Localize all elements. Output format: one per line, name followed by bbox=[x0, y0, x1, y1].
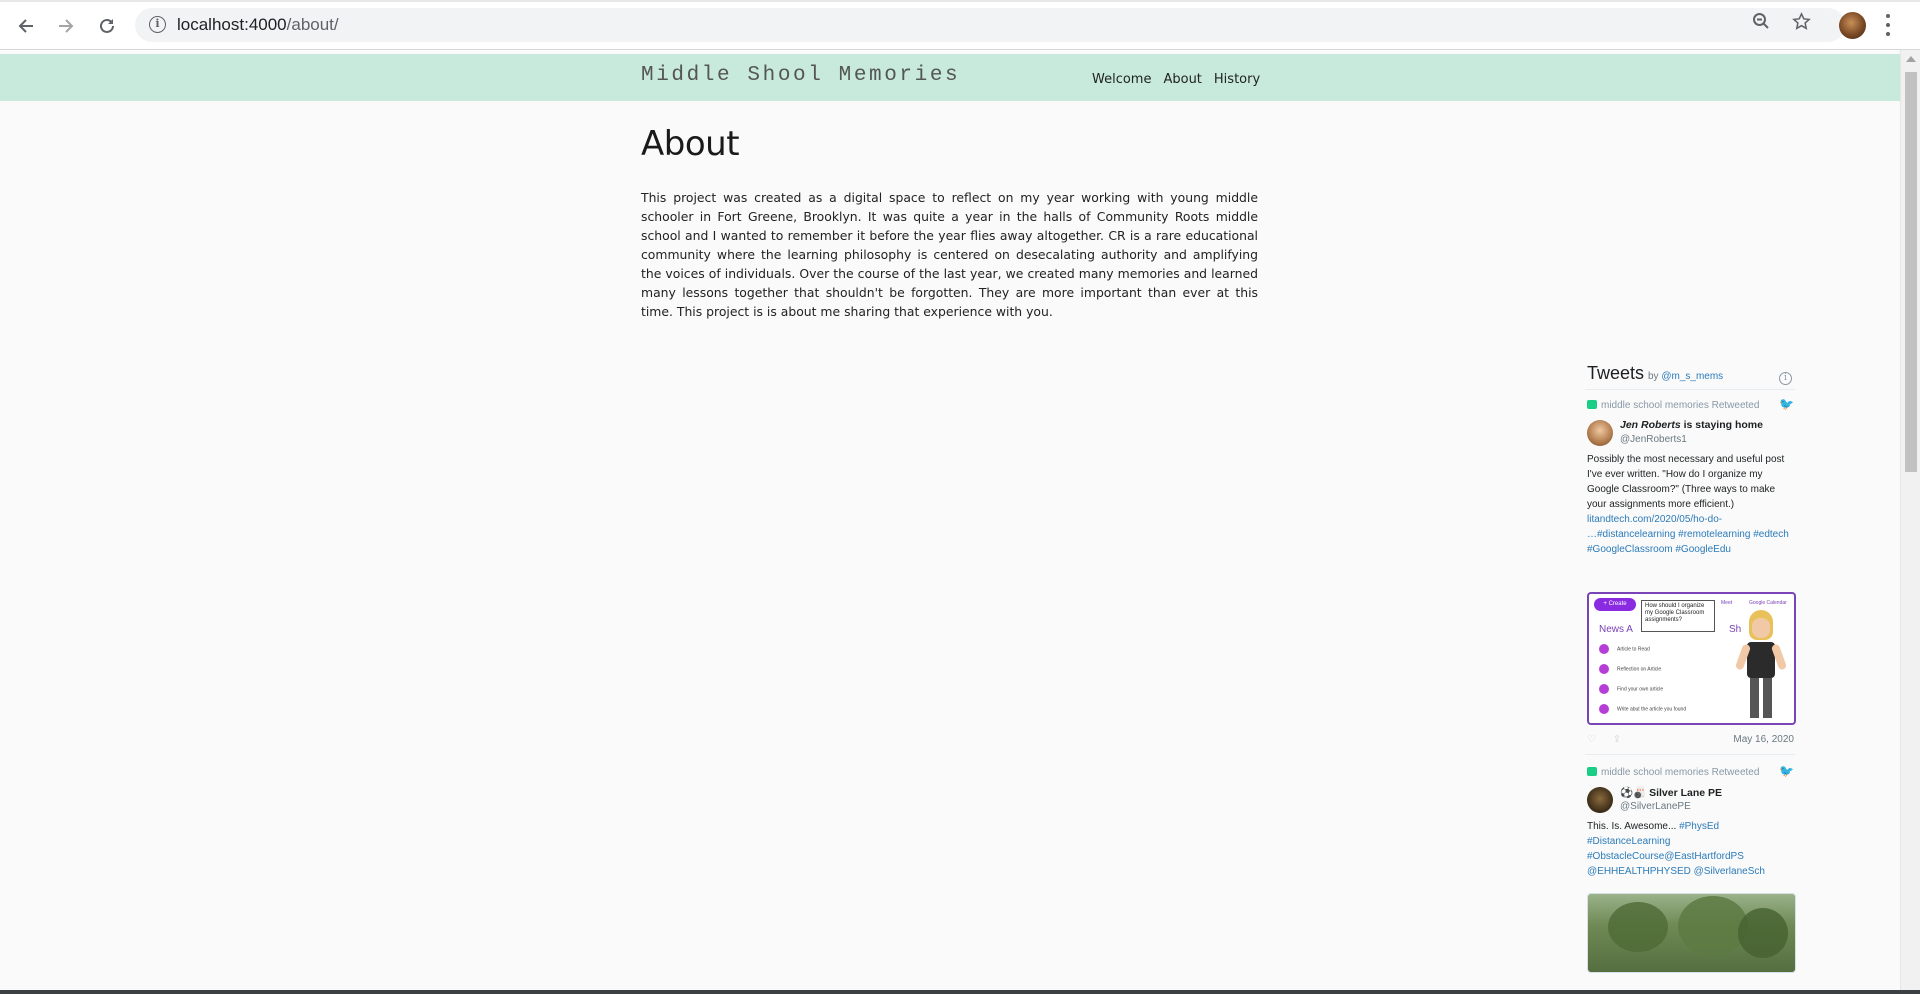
tweet-handle[interactable]: @SilverLanePE bbox=[1620, 801, 1691, 812]
page-viewport: Middle Shool Memories Welcome About Hist… bbox=[0, 50, 1900, 990]
url-host: localhost:4000 bbox=[177, 15, 287, 34]
retweet-label: middle school memories Retweeted bbox=[1587, 400, 1759, 411]
tweet-hashtag[interactable]: #PhysEd bbox=[1679, 821, 1719, 832]
media-heading: News A bbox=[1599, 624, 1633, 635]
retweet-icon bbox=[1587, 767, 1597, 776]
reload-button[interactable] bbox=[93, 12, 121, 40]
tweet-hashtags[interactable]: #GoogleClassroom #GoogleEdu bbox=[1587, 542, 1792, 557]
tweet-hashtag[interactable]: #DistanceLearning bbox=[1587, 834, 1792, 849]
scroll-up-arrow[interactable] bbox=[1906, 56, 1916, 62]
zoom-out-icon[interactable] bbox=[1752, 12, 1770, 35]
tweet-hashtag[interactable]: #ObstacleCourse@EastHartfordPS bbox=[1587, 849, 1792, 864]
arrow-right-icon bbox=[59, 19, 74, 33]
timeline-handle-link[interactable]: @m_s_mems bbox=[1661, 371, 1723, 382]
window-bottom-edge bbox=[0, 990, 1920, 994]
kebab-menu-icon[interactable] bbox=[1884, 12, 1892, 38]
create-button: + Create bbox=[1594, 598, 1636, 611]
twitter-bird-icon[interactable]: 🐦 bbox=[1779, 764, 1794, 778]
page-title: About bbox=[641, 124, 740, 164]
arrow-left-icon bbox=[18, 19, 33, 33]
scroll-thumb[interactable] bbox=[1905, 72, 1917, 472]
nav-welcome[interactable]: Welcome bbox=[1092, 72, 1151, 87]
info-icon[interactable]: i bbox=[149, 16, 166, 33]
tweet-divider bbox=[1585, 754, 1795, 755]
tweet-handle[interactable]: @JenRoberts1 bbox=[1620, 434, 1687, 445]
tweet-media-image[interactable]: + Create How should I organize my Google… bbox=[1587, 592, 1796, 725]
tab-strip-edge bbox=[0, 0, 1920, 2]
nav-history[interactable]: History bbox=[1214, 72, 1260, 87]
star-icon[interactable] bbox=[1792, 12, 1811, 36]
tweet-mentions[interactable]: @EHHEALTHPHYSED @SilverlaneSch bbox=[1587, 864, 1792, 879]
retweet-icon bbox=[1587, 400, 1597, 409]
reload-icon bbox=[100, 18, 114, 33]
address-bar[interactable]: i localhost:4000/about/ bbox=[135, 8, 1845, 42]
media-list-item: Find your own article bbox=[1599, 684, 1686, 704]
page-scrollbar[interactable] bbox=[1900, 50, 1920, 990]
tweet-link[interactable]: litandtech.com/2020/05/ho-do- bbox=[1587, 512, 1792, 527]
profile-avatar[interactable] bbox=[1839, 12, 1866, 39]
about-paragraph: This project was created as a digital sp… bbox=[641, 190, 1258, 319]
site-nav: Welcome About History bbox=[1092, 72, 1260, 87]
share-icon[interactable]: ⇪ bbox=[1613, 734, 1621, 745]
tweet-author[interactable]: ⚽🎳 Silver Lane PE bbox=[1620, 786, 1722, 799]
tweet-author[interactable]: Jen Roberts is staying home bbox=[1620, 419, 1763, 431]
media-list-item: Article to Read bbox=[1599, 644, 1686, 664]
tweet-hashtags[interactable]: …#distancelearning #remotelearning #edte… bbox=[1587, 527, 1792, 542]
media-list-item: Write abut the article you found bbox=[1599, 704, 1686, 723]
url-text[interactable]: localhost:4000/about/ bbox=[177, 15, 339, 35]
media-calendar-label: Google Calendar bbox=[1749, 600, 1787, 606]
nav-about[interactable]: About bbox=[1163, 72, 1201, 87]
tweet-date[interactable]: May 16, 2020 bbox=[1733, 734, 1794, 745]
tweet-text: This. Is. Awesome... #PhysEd #DistanceLe… bbox=[1587, 819, 1792, 879]
timeline-title: Tweets bbox=[1587, 363, 1645, 383]
bitmoji-figure bbox=[1734, 610, 1788, 722]
media-list-item: Reflection on Article bbox=[1599, 664, 1686, 684]
tweet-text: Possibly the most necessary and useful p… bbox=[1587, 452, 1792, 557]
site-title[interactable]: Middle Shool Memories bbox=[641, 64, 960, 87]
site-header: Middle Shool Memories Welcome About Hist… bbox=[0, 54, 1900, 101]
avatar[interactable] bbox=[1587, 787, 1613, 813]
browser-toolbar: i localhost:4000/about/ bbox=[0, 0, 1920, 50]
media-meet-label: Meet bbox=[1721, 600, 1733, 606]
retweet-label: middle school memories Retweeted bbox=[1587, 767, 1759, 778]
avatar[interactable] bbox=[1587, 420, 1613, 446]
speech-bubble: How should I organize my Google Classroo… bbox=[1641, 600, 1715, 632]
media-list: Article to Read Reflection on Article Fi… bbox=[1599, 644, 1686, 723]
url-path: /about/ bbox=[286, 15, 339, 34]
twitter-bird-icon[interactable]: 🐦 bbox=[1779, 397, 1794, 411]
info-icon[interactable]: i bbox=[1779, 372, 1792, 385]
timeline-header: Tweets by @m_s_mems i bbox=[1585, 360, 1795, 390]
forward-button[interactable] bbox=[52, 12, 80, 40]
heart-icon[interactable]: ♡ bbox=[1587, 734, 1596, 745]
back-button[interactable] bbox=[12, 12, 40, 40]
timeline-by: by @m_s_mems bbox=[1648, 371, 1724, 382]
tweet-media-image[interactable] bbox=[1587, 893, 1796, 973]
tweet-actions: ♡ ⇪ May 16, 2020 bbox=[1587, 734, 1794, 745]
